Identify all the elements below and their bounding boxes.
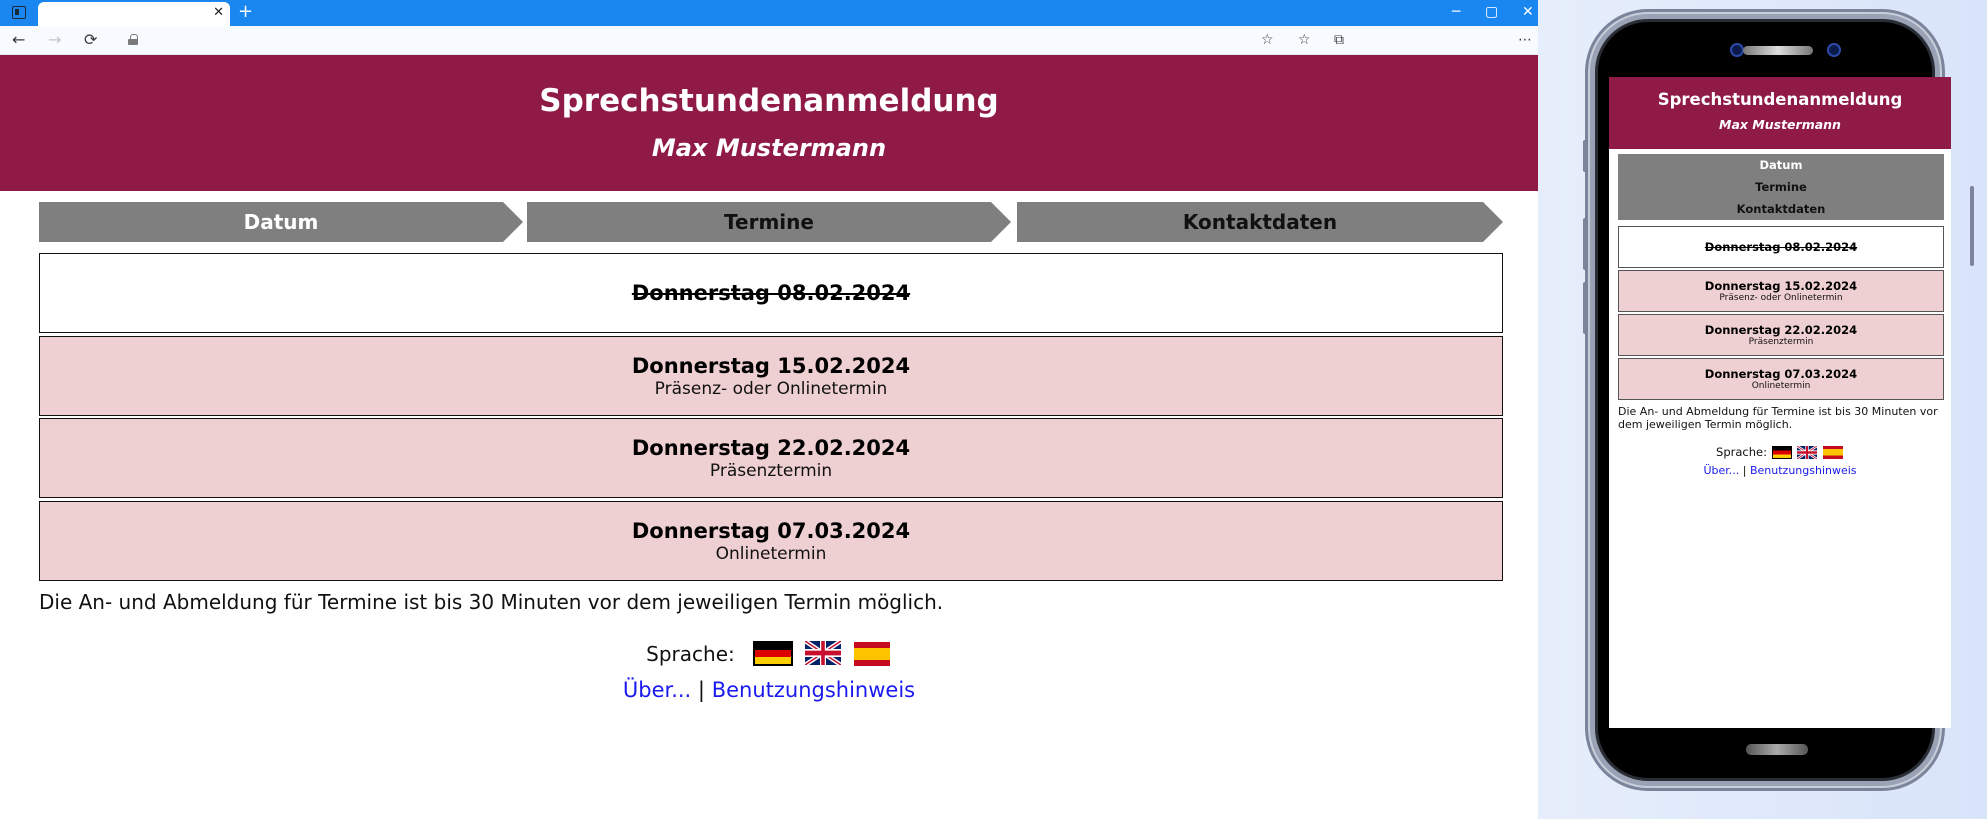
page-title: Sprechstundenanmeldung <box>539 83 999 119</box>
mobile-step-kontaktdaten[interactable]: Kontaktdaten <box>1618 198 1944 220</box>
reload-icon[interactable]: ⟳ <box>84 30 97 50</box>
notice-text: Die An- und Abmeldung für Termine ist bi… <box>39 590 944 614</box>
forward-icon[interactable]: → <box>48 30 61 50</box>
more-options-icon[interactable]: ⋯ <box>1518 31 1532 49</box>
mobile-step-termine[interactable]: Termine <box>1618 176 1944 198</box>
mobile-date-type: Präsenztermin <box>1748 337 1814 347</box>
lock-icon[interactable] <box>128 34 138 45</box>
step-kontaktdaten[interactable]: Kontaktdaten <box>1017 202 1503 242</box>
mobile-date-type: Präsenz- oder Onlinetermin <box>1719 293 1843 303</box>
volume-button <box>1583 218 1587 270</box>
new-tab-icon[interactable]: + <box>238 2 253 22</box>
uk-flag-icon[interactable] <box>1797 446 1818 459</box>
date-list: Donnerstag 08.02.2024 Donnerstag 15.02.2… <box>39 253 1503 583</box>
date-item-past: Donnerstag 08.02.2024 <box>39 253 1503 333</box>
mobile-header: Sprechstundenanmeldung Max Mustermann <box>1609 77 1951 149</box>
language-selector: Sprache: <box>0 639 1538 667</box>
minimize-icon[interactable]: ─ <box>1452 2 1460 22</box>
mobile-language-label: Sprache: <box>1716 445 1767 459</box>
step-indicator: Datum Termine Kontaktdaten <box>39 202 1503 242</box>
tab-actions-icon[interactable] <box>12 6 26 19</box>
mobile-step-datum[interactable]: Datum <box>1618 154 1944 176</box>
de-flag-icon[interactable] <box>1771 446 1792 459</box>
page-subtitle: Max Mustermann <box>651 134 887 162</box>
uk-flag-icon[interactable] <box>803 641 843 666</box>
page-header: Sprechstundenanmeldung Max Mustermann <box>0 55 1538 191</box>
es-flag-icon[interactable] <box>1822 446 1843 459</box>
collections-icon[interactable]: ⧉ <box>1334 31 1344 49</box>
date-title: Donnerstag 07.03.2024 <box>631 518 911 543</box>
mobile-link-separator: | <box>1742 464 1747 477</box>
step-termine[interactable]: Termine <box>527 202 1011 242</box>
step-datum[interactable]: Datum <box>39 202 523 242</box>
mobile-step-indicator: Datum Termine Kontaktdaten <box>1618 154 1944 220</box>
sensor-icon <box>1827 43 1841 57</box>
de-flag-icon[interactable] <box>753 641 794 666</box>
browser-tab[interactable]: ✕ <box>38 2 230 26</box>
volume-button <box>1583 140 1587 172</box>
back-icon[interactable]: ← <box>12 30 25 50</box>
mobile-notice-text: Die An- und Abmeldung für Termine ist bi… <box>1618 405 1938 431</box>
mobile-date-title: Donnerstag 08.02.2024 <box>1704 240 1858 254</box>
date-item[interactable]: Donnerstag 15.02.2024 Präsenz- oder Onli… <box>39 335 1503 416</box>
mobile-date-title: Donnerstag 22.02.2024 <box>1704 323 1858 337</box>
browser-titlebar: ✕ + ─ ▢ ✕ <box>0 0 1548 26</box>
mobile-usage-notes-link[interactable]: Benutzungshinweis <box>1750 464 1857 477</box>
mobile-page-title: Sprechstundenanmeldung <box>1657 90 1903 109</box>
es-flag-icon[interactable] <box>853 641 890 666</box>
mobile-footer-links: Über... | Benutzungshinweis <box>1609 463 1951 478</box>
date-title: Donnerstag 22.02.2024 <box>631 436 911 460</box>
address-bar: ← → ⟳ ☆ ☆ ⧉ ⋯ <box>0 26 1548 55</box>
date-title: Donnerstag 08.02.2024 <box>631 281 911 305</box>
mobile-date-item[interactable]: Donnerstag 22.02.2024 Präsenztermin <box>1618 314 1944 356</box>
language-label: Sprache: <box>646 641 735 666</box>
page-content: Sprechstundenanmeldung Max Mustermann Da… <box>0 55 1538 819</box>
usage-notes-link[interactable]: Benutzungshinweis <box>712 678 915 702</box>
mobile-language-selector: Sprache: <box>1609 444 1951 460</box>
home-button <box>1746 744 1808 755</box>
date-item[interactable]: Donnerstag 07.03.2024 Onlinetermin <box>39 500 1503 581</box>
mobile-date-title: Donnerstag 07.03.2024 <box>1704 367 1858 381</box>
speaker-icon <box>1743 46 1813 55</box>
phone-screen: Sprechstundenanmeldung Max Mustermann Da… <box>1609 77 1951 728</box>
close-window-icon[interactable]: ✕ <box>1522 2 1534 22</box>
close-tab-icon[interactable]: ✕ <box>213 5 224 21</box>
mobile-date-item[interactable]: Donnerstag 15.02.2024 Präsenz- oder Onli… <box>1618 270 1944 312</box>
date-item[interactable]: Donnerstag 22.02.2024 Präsenztermin <box>39 418 1503 498</box>
mobile-date-item-past: Donnerstag 08.02.2024 <box>1618 226 1944 268</box>
favorites-icon[interactable]: ☆ <box>1298 31 1311 49</box>
mobile-page-subtitle: Max Mustermann <box>1719 117 1841 132</box>
link-separator: | <box>697 678 705 702</box>
maximize-icon[interactable]: ▢ <box>1485 2 1498 22</box>
date-title: Donnerstag 15.02.2024 <box>631 353 911 378</box>
mobile-date-item[interactable]: Donnerstag 07.03.2024 Onlinetermin <box>1618 358 1944 400</box>
mobile-date-list: Donnerstag 08.02.2024 Donnerstag 15.02.2… <box>1618 226 1944 402</box>
camera-icon <box>1730 43 1744 57</box>
mobile-date-title: Donnerstag 15.02.2024 <box>1704 279 1858 293</box>
mobile-date-type: Onlinetermin <box>1751 381 1811 391</box>
footer-links: Über... | Benutzungshinweis <box>0 676 1538 704</box>
about-link[interactable]: Über... <box>623 678 691 702</box>
mobile-about-link[interactable]: Über... <box>1703 464 1739 477</box>
power-button <box>1970 186 1974 266</box>
date-type: Präsenztermin <box>709 461 833 481</box>
volume-button <box>1583 282 1587 334</box>
date-type: Präsenz- oder Onlinetermin <box>654 378 888 399</box>
date-type: Onlinetermin <box>715 543 827 564</box>
add-favorite-icon[interactable]: ☆ <box>1261 31 1274 49</box>
